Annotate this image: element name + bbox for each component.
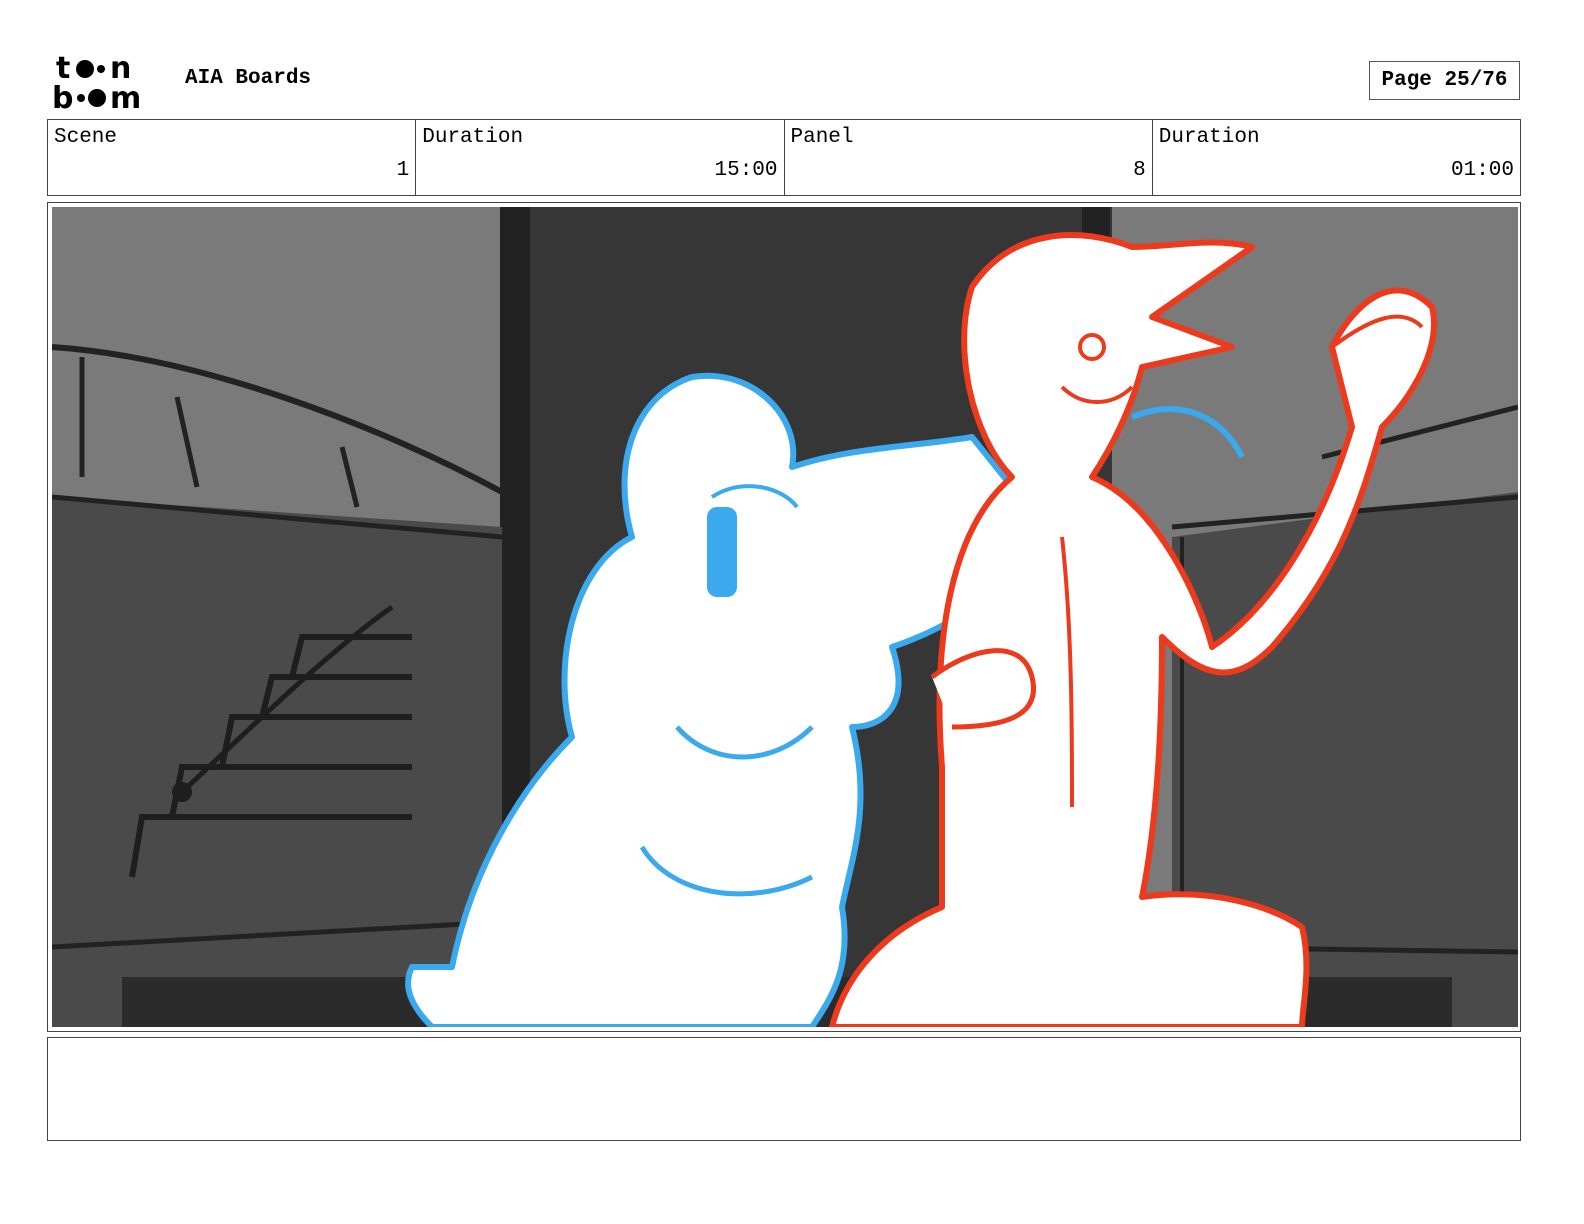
panel-label: Panel (790, 126, 854, 149)
project-title: AIA Boards (185, 67, 312, 90)
toon-boom-logo: t n b m (52, 52, 141, 112)
panel-duration-cell: Duration 01:00 (1153, 120, 1520, 195)
scene-duration-value: 15:00 (714, 159, 778, 182)
panel-notes-box (47, 1037, 1521, 1141)
panel-cell: Panel 8 (785, 120, 1153, 195)
panel-duration-value: 01:00 (1450, 159, 1514, 182)
svg-text:b: b (52, 81, 73, 112)
page-number: Page 25/76 (1369, 61, 1520, 100)
scene-info-table: Scene 1 Duration 15:00 Panel 8 Duration … (47, 119, 1521, 196)
scene-duration-cell: Duration 15:00 (416, 120, 785, 195)
scene-label: Scene (54, 126, 118, 149)
panel-duration-label: Duration (1158, 126, 1260, 149)
scene-cell: Scene 1 (48, 120, 417, 195)
panel-value: 8 (1133, 159, 1146, 182)
svg-text:m: m (110, 81, 141, 112)
scene-value: 1 (396, 159, 410, 182)
scene-duration-label: Duration (422, 126, 524, 149)
storyboard-panel-image (52, 207, 1518, 1027)
